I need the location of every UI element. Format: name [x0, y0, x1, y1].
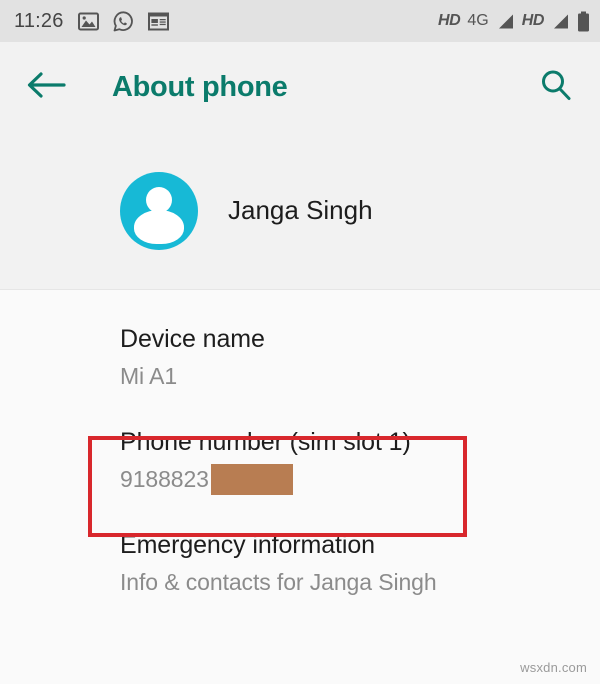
list-item-emergency-information[interactable]: Emergency information Info & contacts fo…: [0, 529, 600, 598]
list-item-device-name[interactable]: Device name Mi A1: [0, 323, 600, 392]
redaction-block: [210, 463, 293, 495]
page-title: About phone: [112, 70, 288, 103]
list-item-subtitle-row: 9188823: [120, 463, 600, 495]
status-bar: 11:26 HD 4G HD: [0, 0, 600, 42]
battery-full-icon: [577, 11, 590, 32]
avatar-body: [134, 209, 184, 244]
account-name: Janga Singh: [228, 195, 373, 225]
status-bar-right-group: HD 4G HD: [438, 11, 590, 32]
signal-bars-icon-2: [551, 13, 570, 30]
status-bar-left-group: 11:26: [14, 10, 438, 33]
list-item-title: Emergency information: [120, 531, 375, 559]
list-item-title: Device name: [120, 325, 265, 353]
list-item-subtitle: Info & contacts for Janga Singh: [120, 569, 437, 595]
watermark: wsxdn.com: [520, 660, 587, 675]
back-button[interactable]: [26, 65, 70, 109]
news-app-icon: [147, 12, 169, 31]
list-item-title: Phone number (sim slot 1): [120, 428, 411, 456]
status-bar-clock: 11:26: [14, 9, 64, 32]
whatsapp-icon: [113, 10, 134, 32]
hd-volte-label-sim2: HD: [521, 12, 545, 29]
image-icon: [77, 12, 99, 31]
search-button[interactable]: [534, 65, 578, 109]
app-bar: About phone: [0, 42, 600, 132]
network-type-label: 4G: [467, 12, 489, 29]
person-avatar-icon: [120, 171, 198, 250]
list-item-subtitle: Mi A1: [120, 363, 178, 389]
account-header[interactable]: Janga Singh: [0, 132, 600, 290]
settings-list: Device name Mi A1 Phone number (sim slot…: [0, 290, 600, 598]
signal-bars-icon: [496, 13, 515, 30]
hd-volte-label-sim1: HD: [438, 12, 461, 29]
search-icon: [539, 68, 573, 107]
phone-number-visible-digits: 9188823: [120, 466, 209, 492]
arrow-left-icon: [26, 70, 66, 105]
list-item-phone-number[interactable]: Phone number (sim slot 1) 9188823: [0, 426, 600, 495]
